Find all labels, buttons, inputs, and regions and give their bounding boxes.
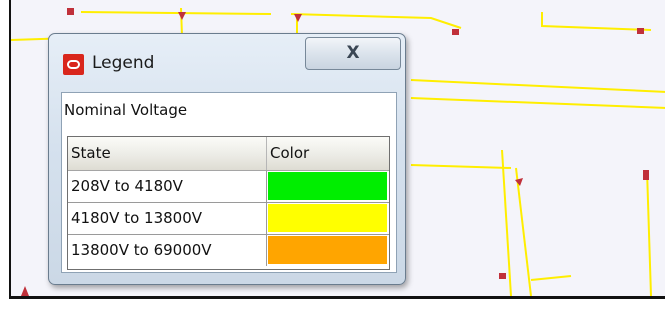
legend-window[interactable]: Legend X Nominal Voltage State Color 208… — [48, 33, 406, 285]
window-title: Legend — [92, 53, 155, 73]
device-marker — [294, 14, 302, 22]
table-header: State Color — [68, 137, 389, 171]
table-row[interactable]: 13800V to 69000V — [68, 235, 389, 267]
color-swatch — [268, 204, 387, 232]
title-bar[interactable]: Legend X — [49, 34, 405, 86]
color-swatch — [268, 236, 387, 264]
column-header-color[interactable]: Color — [267, 137, 389, 170]
power-line — [80, 11, 272, 15]
power-line — [290, 13, 462, 29]
device-marker — [67, 8, 74, 15]
app-frame: Legend X Nominal Voltage State Color 208… — [0, 0, 665, 310]
table-row[interactable]: 208V to 4180V — [68, 171, 389, 203]
device-marker — [178, 12, 186, 20]
state-cell: 208V to 4180V — [68, 171, 267, 202]
device-marker — [515, 178, 523, 186]
table-row[interactable]: 4180V to 13800V — [68, 203, 389, 235]
device-marker — [643, 170, 649, 180]
power-line — [530, 275, 572, 281]
legend-panel: Nominal Voltage State Color 208V to 4180… — [61, 92, 397, 273]
device-marker — [637, 28, 644, 34]
device-marker — [21, 286, 29, 296]
close-icon: X — [346, 43, 360, 63]
color-swatch — [268, 172, 387, 200]
oracle-app-icon — [63, 54, 84, 75]
state-cell: 13800V to 69000V — [68, 235, 267, 266]
state-cell: 4180V to 13800V — [68, 203, 267, 234]
power-line — [410, 97, 665, 109]
close-button[interactable]: X — [305, 37, 401, 70]
power-line — [646, 169, 652, 296]
power-line — [541, 12, 652, 31]
legend-heading: Nominal Voltage — [64, 101, 188, 119]
legend-table: State Color 208V to 4180V 4180V to 13800… — [67, 136, 390, 270]
device-marker — [452, 29, 459, 35]
power-line — [410, 164, 512, 169]
device-marker — [499, 273, 506, 279]
power-line — [515, 167, 532, 296]
column-header-state[interactable]: State — [68, 137, 267, 170]
power-line — [410, 79, 665, 93]
